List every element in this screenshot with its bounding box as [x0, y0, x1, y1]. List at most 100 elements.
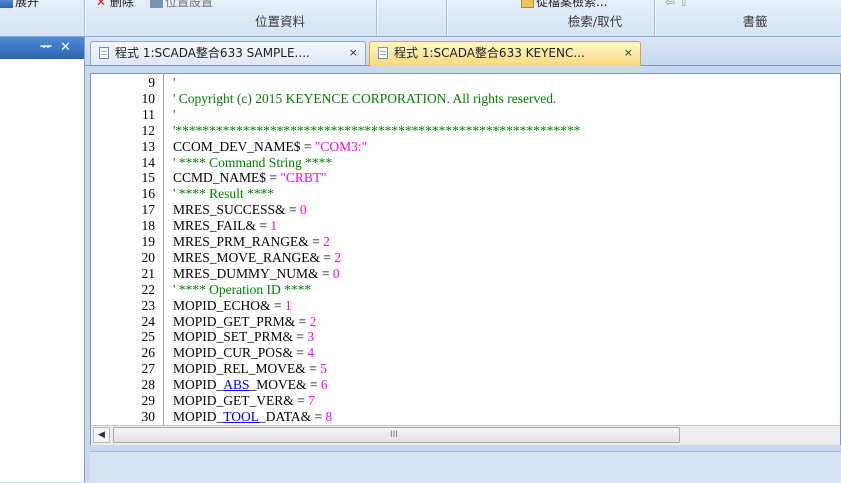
left-docked-pane: ᅲ ✕ [0, 37, 85, 482]
close-icon[interactable]: ✕ [60, 39, 71, 57]
code-token-comment: ' [173, 76, 176, 90]
line-number: 27 [141, 361, 156, 377]
line-number: 23 [141, 297, 156, 313]
code-line[interactable]: 23 MOPID_ECHO& = 1 [91, 297, 840, 313]
lower-panel [90, 451, 841, 483]
code-line[interactable]: 22 ' **** Operation ID **** [91, 281, 840, 297]
ribbon-separator [654, 0, 655, 36]
code-line[interactable]: 19 MRES_PRM_RANGE& = 2 [91, 234, 840, 249]
line-number: 18 [141, 218, 156, 234]
tab-strip: 程式 1:SCADA整合633 SAMPLE.... × 程式 1:SCADA整… [85, 37, 841, 66]
code-text: ' Copyright (c) 2015 KEYENCE CORPORATION… [173, 90, 557, 106]
code-line[interactable]: 18 MRES_FAIL& = 1 [91, 218, 840, 234]
line-number: 25 [141, 329, 156, 345]
code-text: MOPID_TOOL_DATA& = 8 [173, 408, 333, 424]
code-token-number: 3 [307, 329, 315, 345]
code-line[interactable]: 30 MOPID_TOOL_DATA& = 8 [91, 408, 840, 424]
code-token-number: 8 [325, 408, 333, 424]
group-label-bookmark: 書籤 [742, 14, 768, 29]
code-token-plain: _MOVE& = [249, 377, 321, 393]
line-number: 13 [141, 138, 156, 154]
tab-program-keyence[interactable]: 程式 1:SCADA整合633 KEYENC... × [369, 41, 641, 66]
scroll-left-button[interactable]: ◀ [93, 427, 110, 443]
code-line[interactable]: 28 MOPID_ABS_MOVE& = 6 [91, 377, 840, 393]
expand-button[interactable]: 展开 [0, 0, 39, 10]
code-editor[interactable]: 9 ' 10 ' Copyright (c) 2015 KEYENCE CORPORA… [90, 73, 841, 445]
delete-icon: ✕ [96, 0, 107, 9]
code-token-number: 7 [308, 393, 315, 408]
code-token-kw: ABS [223, 377, 250, 393]
code-token-plain: MOPID_REL_MOVE& = [173, 361, 321, 377]
set-position-label: 位置設置 [165, 0, 214, 9]
code-token-number: 1 [284, 297, 292, 313]
set-position-button[interactable]: 位置設置 [150, 0, 213, 10]
code-token-comment: ' Copyright (c) 2015 KEYENCE CORPORATION… [173, 90, 557, 106]
code-token-plain: MRES_PRM_RANGE& = [173, 234, 324, 249]
code-token-plain: CCMD_NAME$ = [173, 170, 281, 186]
code-text: ' **** Operation ID **** [173, 281, 312, 297]
code-line[interactable]: 10 ' Copyright (c) 2015 KEYENCE CORPORATI… [91, 90, 840, 106]
code-text: MOPID_ABS_MOVE& = 6 [173, 377, 328, 393]
code-token-number: 0 [332, 265, 340, 281]
code-token-number: 1 [270, 218, 278, 234]
code-token-plain: MOPID_CUR_POS& = [173, 345, 308, 361]
code-token-number: 2 [323, 234, 330, 249]
code-line[interactable]: 26 MOPID_CUR_POS& = 4 [91, 345, 840, 361]
code-token-plain: _DATA& = [259, 408, 326, 424]
code-text: CCOM_DEV_NAME$ = "COM3:" [173, 138, 368, 154]
code-token-number: 2 [309, 313, 317, 329]
delete-button[interactable]: ✕ 删除 [96, 0, 134, 10]
code-text: MRES_PRM_RANGE& = 2 [173, 234, 330, 249]
code-token-number: 6 [320, 377, 328, 393]
position-icon [150, 0, 163, 8]
search-in-file-label: 從檔案檢索... [536, 0, 608, 9]
line-number: 22 [141, 281, 156, 297]
code-line[interactable]: 24 MOPID_GET_PRM& = 2 [91, 313, 840, 329]
code-line[interactable]: 16 ' **** Result **** [91, 187, 840, 201]
code-text: ' [173, 108, 175, 122]
code-text: MOPID_SET_PRM& = 3 [173, 329, 315, 345]
expand-icon [0, 0, 13, 8]
bookmark-nav-buttons[interactable]: ⇦ ⇧ [665, 0, 689, 10]
code-line[interactable]: 27 MOPID_REL_MOVE& = 5 [91, 361, 840, 377]
scroll-thumb[interactable]: III [113, 427, 680, 443]
code-line[interactable]: 29 MOPID_GET_VER& = 7 [91, 393, 840, 408]
code-token-plain: MOPID_GET_VER& = [173, 393, 309, 408]
code-token-comment: ' **** Operation ID **** [173, 281, 312, 297]
ribbon-separator [376, 0, 377, 36]
code-text: MOPID_GET_PRM& = 2 [173, 313, 317, 329]
code-token-string: "COM3:" [314, 138, 368, 154]
tab-close-button[interactable]: × [349, 42, 358, 64]
document-icon [378, 47, 388, 59]
code-view[interactable]: 9 ' 10 ' Copyright (c) 2015 KEYENCE CORPORA… [91, 76, 840, 425]
document-area: 程式 1:SCADA整合633 SAMPLE.... × 程式 1:SCADA整… [85, 37, 841, 483]
line-number: 28 [141, 377, 156, 393]
code-text: MOPID_CUR_POS& = 4 [173, 345, 314, 361]
code-text: CCMD_NAME$ = "CRBT" [173, 170, 327, 186]
code-line[interactable]: 11 ' [91, 106, 840, 122]
code-line[interactable]: 15 CCMD_NAME$ = "CRBT" [91, 170, 840, 186]
code-token-string: "CRBT" [280, 170, 327, 186]
code-line[interactable]: 14 ' **** Command String **** [91, 155, 840, 169]
tab-close-button[interactable]: × [624, 42, 633, 64]
code-token-plain: MOPID_SET_PRM& = [173, 329, 308, 345]
code-line[interactable]: 17 MRES_SUCCESS& = 0 [91, 202, 840, 218]
code-line[interactable]: 12 '*************************************… [91, 123, 840, 137]
code-text: '***************************************… [173, 123, 580, 137]
code-line[interactable]: 21 MRES_DUMMY_NUM& = 0 [91, 265, 840, 281]
tab-program-sample[interactable]: 程式 1:SCADA整合633 SAMPLE.... × [90, 41, 366, 65]
horizontal-scrollbar[interactable]: ◀ III [91, 425, 840, 445]
code-line[interactable]: 13 CCOM_DEV_NAME$ = "COM3:" [91, 138, 840, 154]
search-in-file-button[interactable]: 從檔案檢索... [521, 0, 607, 10]
code-line[interactable]: 20 MRES_MOVE_RANGE& = 2 [91, 251, 840, 265]
code-token-kw: TOOL [223, 408, 260, 424]
code-token-plain: MOPID_ [173, 377, 224, 393]
code-text: MRES_SUCCESS& = 0 [173, 202, 307, 218]
ribbon-separator [446, 0, 447, 36]
code-token-plain: MRES_SUCCESS& = [173, 202, 300, 218]
scroll-grip-icon: III [390, 430, 398, 440]
line-number: 11 [142, 106, 155, 122]
code-line[interactable]: 9 ' [91, 76, 840, 89]
pin-icon[interactable]: ᅲ [40, 39, 52, 57]
code-line[interactable]: 25 MOPID_SET_PRM& = 3 [91, 329, 840, 345]
